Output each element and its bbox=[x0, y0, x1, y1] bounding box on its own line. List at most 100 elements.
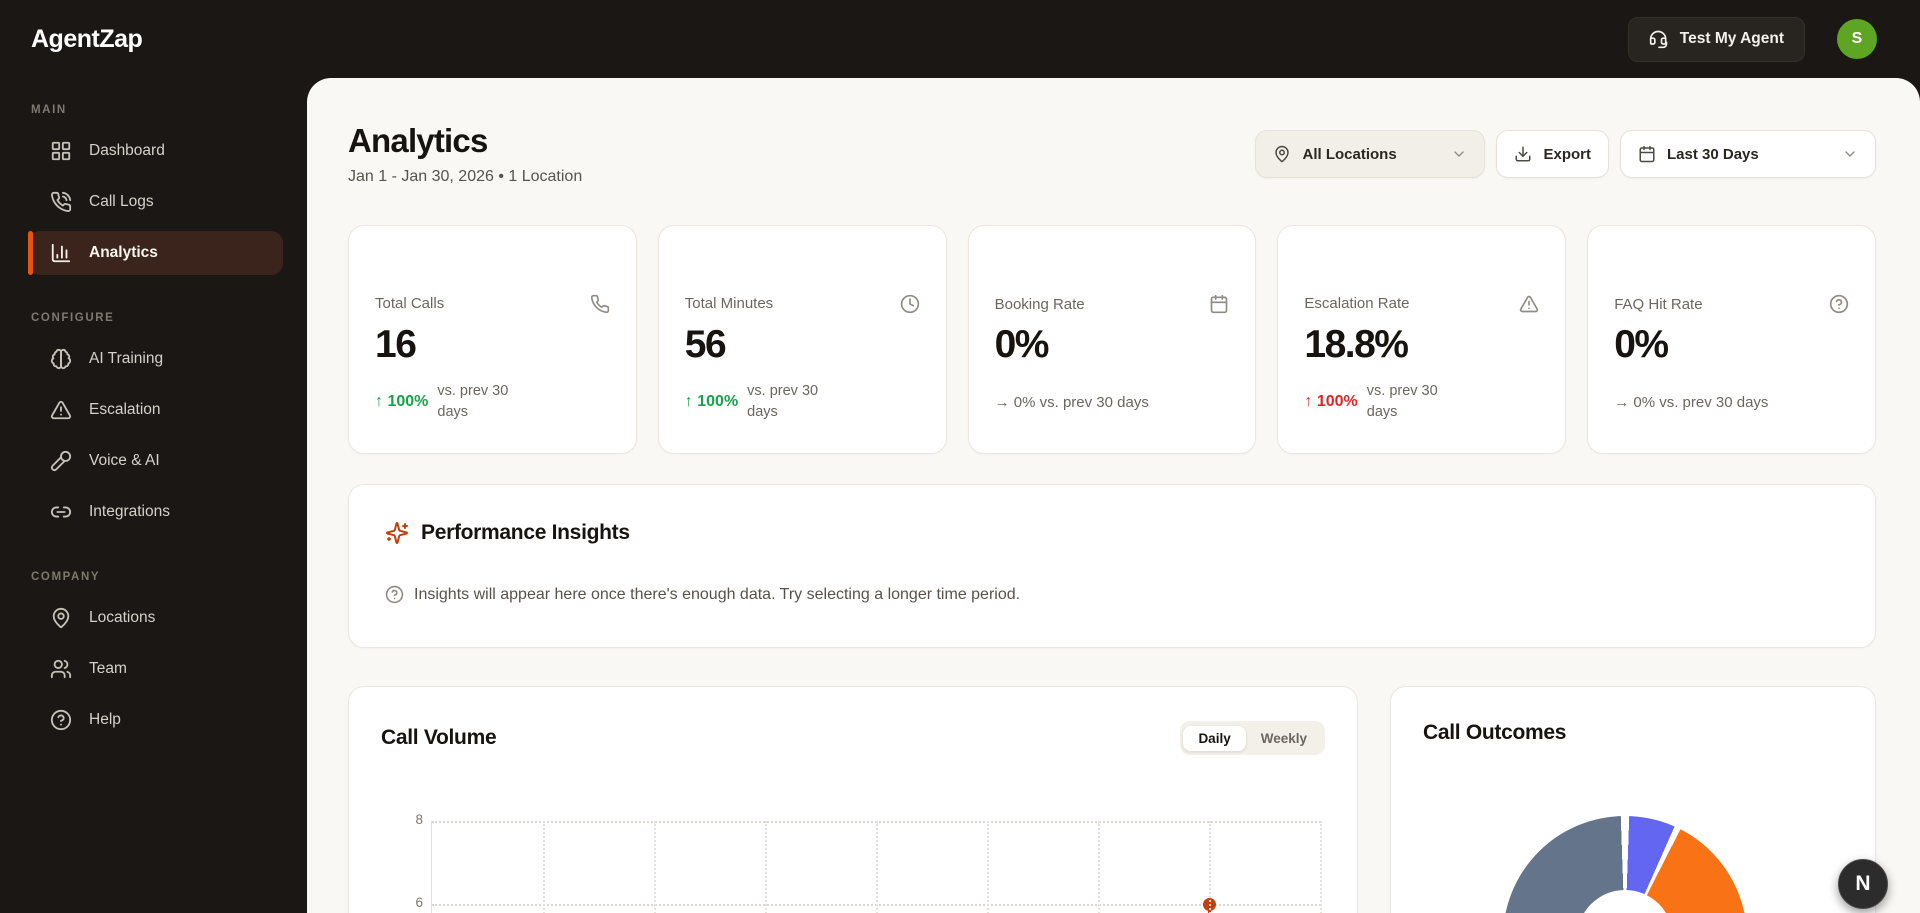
stat-card-booking-rate: Booking Rate 0% → 0% vs. prev 30 days bbox=[967, 225, 1257, 454]
sidebar-item-integrations[interactable]: Integrations bbox=[28, 490, 283, 534]
gridline-x bbox=[765, 821, 767, 913]
page-header-left: Analytics Jan 1 - Jan 30, 2026 • 1 Locat… bbox=[348, 122, 582, 186]
y-axis-tick: 6 bbox=[415, 895, 423, 910]
insights-title: Performance Insights bbox=[421, 521, 630, 544]
phone-call-icon bbox=[50, 191, 72, 213]
grid-icon bbox=[50, 140, 72, 162]
page-title: Analytics bbox=[348, 122, 488, 159]
chevron-down-icon bbox=[1451, 146, 1467, 162]
header-controls: All Locations Export Last 30 Days bbox=[1255, 130, 1876, 178]
stat-value: 18.8% bbox=[1304, 322, 1409, 366]
stat-label: FAQ Hit Rate bbox=[1614, 295, 1703, 313]
stats-row: Total Calls 16 ↑ 100% vs. prev 30 days T… bbox=[348, 225, 1876, 454]
chevron-down-icon bbox=[1842, 146, 1858, 162]
stat-value: 0% bbox=[1614, 323, 1669, 366]
help-circle-icon bbox=[385, 585, 404, 604]
stat-label: Escalation Rate bbox=[1304, 295, 1410, 313]
sidebar-item-escalation[interactable]: Escalation bbox=[28, 388, 283, 432]
gridline-x bbox=[1320, 821, 1322, 913]
brain-icon bbox=[50, 348, 72, 370]
date-range-dropdown[interactable]: Last 30 Days bbox=[1620, 130, 1876, 178]
toggle-daily[interactable]: Daily bbox=[1183, 725, 1246, 751]
sidebar-item-label: Integrations bbox=[89, 503, 170, 520]
phone-icon bbox=[590, 294, 610, 314]
location-filter-value: All Locations bbox=[1302, 145, 1397, 163]
performance-insights-card: Performance Insights Insights will appea… bbox=[348, 484, 1876, 648]
alert-triangle-icon bbox=[1519, 294, 1539, 314]
call-outcomes-title: Call Outcomes bbox=[1423, 721, 1567, 744]
call-outcomes-donut[interactable] bbox=[1503, 816, 1747, 913]
sidebar-item-help[interactable]: Help bbox=[28, 698, 283, 742]
sidebar-item-call-logs[interactable]: Call Logs bbox=[28, 180, 283, 224]
call-volume-toggle: Daily Weekly bbox=[1180, 721, 1325, 755]
sidebar-section-company: COMPANY bbox=[31, 571, 101, 583]
y-axis-tick: 8 bbox=[415, 812, 423, 827]
location-filter-dropdown[interactable]: All Locations bbox=[1255, 130, 1486, 178]
stat-card-escalation-rate: Escalation Rate 18.8% ↑ 100% vs. prev 30… bbox=[1277, 225, 1567, 454]
page-header: Analytics Jan 1 - Jan 30, 2026 • 1 Locat… bbox=[348, 122, 1876, 186]
test-my-agent-label: Test My Agent bbox=[1679, 30, 1784, 47]
export-label: Export bbox=[1543, 145, 1591, 163]
topbar-right: Test My Agent S bbox=[1627, 16, 1877, 62]
stat-label: Total Calls bbox=[375, 295, 445, 313]
help-circle-icon bbox=[1829, 294, 1849, 314]
stat-delta: ↑ 100% bbox=[375, 392, 429, 410]
call-volume-card: Call Volume Daily Weekly 8 6 bbox=[348, 686, 1358, 913]
sidebar: MAIN Dashboard Call Logs Analytics CONFI… bbox=[0, 78, 307, 913]
sidebar-item-label: Team bbox=[89, 660, 127, 677]
call-volume-title: Call Volume bbox=[381, 726, 497, 749]
sidebar-section-configure: CONFIGURE bbox=[31, 312, 115, 324]
calendar-icon bbox=[1638, 145, 1656, 163]
sidebar-item-analytics[interactable]: Analytics bbox=[28, 231, 283, 275]
headset-icon bbox=[1649, 29, 1669, 49]
test-my-agent-button[interactable]: Test My Agent bbox=[1627, 16, 1805, 62]
map-pin-icon bbox=[1273, 145, 1291, 163]
stat-delta-note: vs. prev 30 days bbox=[1366, 382, 1438, 420]
stat-label: Booking Rate bbox=[994, 295, 1085, 313]
calendar-icon bbox=[1209, 294, 1229, 314]
toggle-weekly[interactable]: Weekly bbox=[1246, 726, 1322, 751]
export-button[interactable]: Export bbox=[1496, 130, 1609, 178]
gridline-x bbox=[987, 821, 989, 913]
sidebar-item-voice-ai[interactable]: Voice & AI bbox=[28, 439, 283, 483]
call-outcomes-card: Call Outcomes bbox=[1390, 686, 1876, 913]
topbar: AgentZap Test My Agent S bbox=[0, 0, 1920, 78]
sidebar-item-team[interactable]: Team bbox=[28, 647, 283, 691]
users-icon bbox=[50, 658, 72, 680]
link-icon bbox=[50, 501, 72, 523]
nextjs-dev-badge[interactable]: N bbox=[1838, 859, 1888, 909]
stat-delta-note: vs. prev 30 days bbox=[747, 382, 819, 420]
sidebar-item-label: Call Logs bbox=[89, 193, 154, 210]
map-pin-icon bbox=[50, 607, 72, 629]
page-subtitle: Jan 1 - Jan 30, 2026 • 1 Location bbox=[348, 168, 583, 185]
stat-value: 16 bbox=[375, 322, 417, 366]
stat-card-total-minutes: Total Minutes 56 ↑ 100% vs. prev 30 days bbox=[657, 225, 947, 454]
plot-area bbox=[431, 821, 1322, 913]
sidebar-item-label: Help bbox=[89, 711, 121, 728]
help-circle-icon bbox=[50, 709, 72, 731]
stat-delta-note: vs. prev 30 days bbox=[437, 382, 509, 420]
main-panel: Analytics Jan 1 - Jan 30, 2026 • 1 Locat… bbox=[307, 78, 1920, 913]
stat-value: 56 bbox=[684, 322, 727, 366]
stat-card-total-calls: Total Calls 16 ↑ 100% vs. prev 30 days bbox=[348, 225, 637, 454]
gridline-x bbox=[654, 821, 656, 913]
insights-empty-message: Insights will appear here once there's e… bbox=[414, 585, 1021, 603]
sidebar-section-main: MAIN bbox=[31, 104, 67, 116]
shell: MAIN Dashboard Call Logs Analytics CONFI… bbox=[0, 78, 1920, 913]
gridline-x bbox=[1098, 821, 1100, 913]
sparkles-icon bbox=[385, 521, 409, 545]
stat-delta: ↑ 100% bbox=[1304, 392, 1358, 410]
avatar[interactable]: S bbox=[1837, 19, 1877, 59]
sidebar-item-ai-training[interactable]: AI Training bbox=[28, 337, 283, 381]
sidebar-item-label: Voice & AI bbox=[89, 452, 160, 469]
call-volume-chart: 8 6 bbox=[381, 812, 1325, 913]
date-range-value: Last 30 Days bbox=[1667, 145, 1759, 163]
alert-triangle-icon bbox=[50, 399, 72, 421]
sidebar-item-dashboard[interactable]: Dashboard bbox=[28, 129, 283, 173]
sidebar-item-locations[interactable]: Locations bbox=[28, 596, 283, 640]
app-logo: AgentZap bbox=[31, 24, 143, 53]
gridline-x bbox=[876, 821, 878, 913]
charts-row: Call Volume Daily Weekly 8 6 Call Outcom… bbox=[348, 686, 1876, 913]
sidebar-item-label: Dashboard bbox=[89, 142, 165, 159]
sidebar-item-label: Escalation bbox=[89, 401, 161, 418]
